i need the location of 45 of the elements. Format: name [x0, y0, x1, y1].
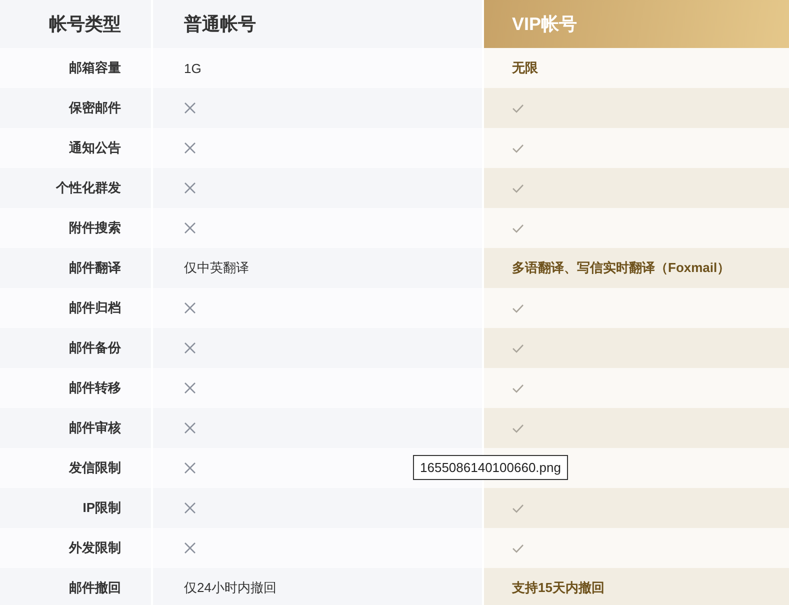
- cross-icon: [184, 382, 196, 394]
- check-icon: [512, 384, 524, 392]
- row-label: 邮件撤回: [69, 579, 121, 597]
- row-label: 邮件翻译: [69, 259, 121, 277]
- cross-icon: [184, 182, 196, 194]
- cross-icon: [184, 102, 196, 114]
- check-icon: [512, 104, 524, 112]
- file-name-tooltip: 1655086140100660.png: [413, 455, 568, 480]
- row-label: 邮件归档: [69, 299, 121, 317]
- cross-icon: [184, 342, 196, 354]
- table-cell: 1G: [184, 60, 202, 76]
- table-cell: 无限: [512, 59, 538, 77]
- column-header: 普通帐号: [184, 13, 256, 36]
- row-label: 邮件备份: [69, 339, 121, 357]
- cross-icon: [184, 302, 196, 314]
- table-cell: 多语翻译、写信实时翻译（Foxmail）: [512, 259, 730, 277]
- row-label: 邮件审核: [69, 419, 121, 437]
- column-header: 帐号类型: [49, 13, 121, 36]
- cross-icon: [184, 462, 196, 474]
- cross-icon: [184, 142, 196, 154]
- table-cell: 支持15天内撤回: [512, 579, 604, 597]
- check-icon: [512, 544, 524, 552]
- cross-icon: [184, 422, 196, 434]
- cross-icon: [184, 502, 196, 514]
- cross-icon: [184, 542, 196, 554]
- row-label: 邮件转移: [69, 379, 121, 397]
- row-label: 发信限制: [69, 459, 121, 477]
- cross-icon: [184, 222, 196, 234]
- table-cell: 仅中英翻译: [184, 259, 249, 277]
- row-label: IP限制: [82, 499, 121, 517]
- row-label: 保密邮件: [69, 99, 121, 117]
- check-icon: [512, 424, 524, 432]
- row-label: 附件搜索: [69, 219, 121, 237]
- row-label: 通知公告: [69, 139, 121, 157]
- row-label: 外发限制: [69, 539, 121, 557]
- check-icon: [512, 304, 524, 312]
- column-header: VIP帐号: [512, 13, 578, 36]
- check-icon: [512, 224, 524, 232]
- check-icon: [512, 184, 524, 192]
- check-icon: [512, 344, 524, 352]
- table-cell: 仅24小时内撤回: [184, 579, 276, 597]
- row-label: 个性化群发: [56, 179, 121, 197]
- row-label: 邮箱容量: [69, 59, 121, 77]
- check-icon: [512, 504, 524, 512]
- check-icon: [512, 144, 524, 152]
